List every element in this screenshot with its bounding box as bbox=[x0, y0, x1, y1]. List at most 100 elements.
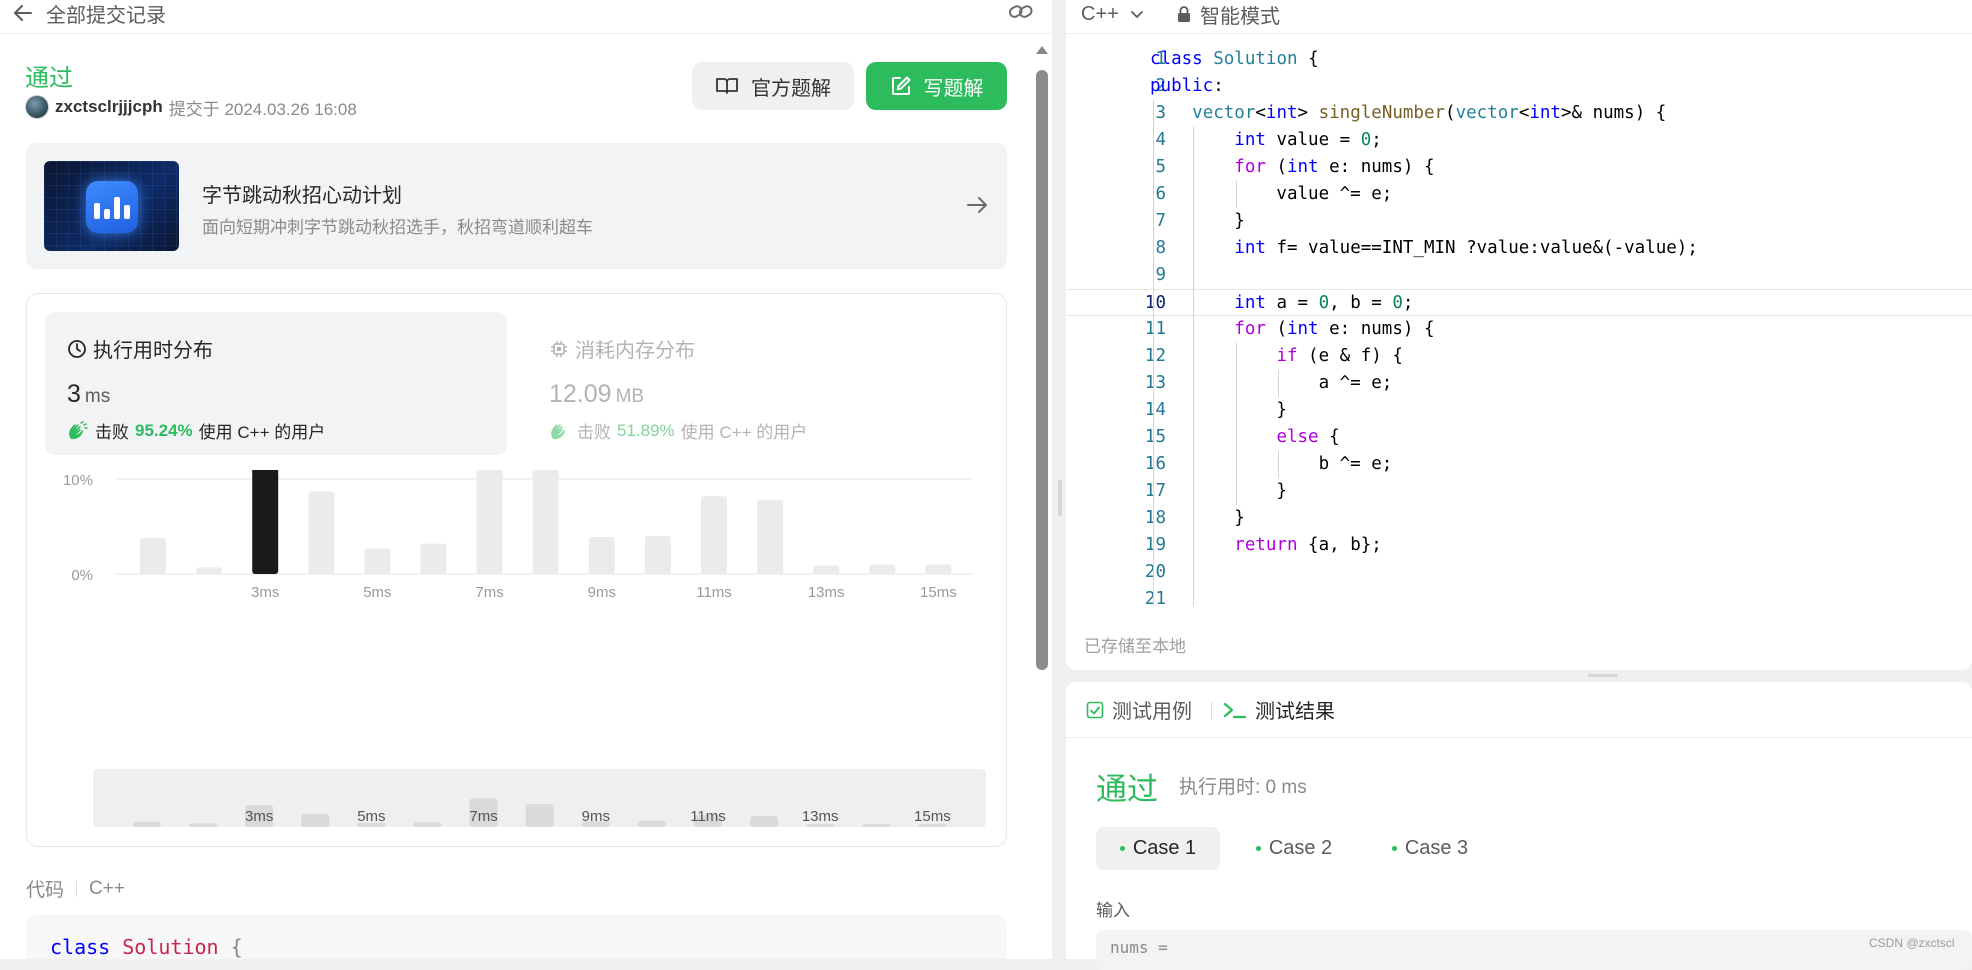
chart-bar-13ms bbox=[813, 565, 840, 574]
username[interactable]: zxctsclrjjjcph bbox=[55, 97, 163, 117]
left-scrollbar[interactable] bbox=[1032, 40, 1052, 959]
overview-bar-6ms bbox=[413, 822, 442, 827]
memory-unit: MB bbox=[615, 386, 645, 407]
code-editor[interactable]: 1 class Solution {2 public: 3 vector<int> s… bbox=[1066, 46, 1972, 606]
overview-bar-14ms bbox=[862, 823, 891, 827]
code-line[interactable]: 16 b ^= e; bbox=[1066, 451, 1972, 478]
code-text: vector<int> singleNumber(vector<int>& nu… bbox=[1192, 103, 1667, 123]
code-line[interactable]: 17 } bbox=[1066, 478, 1972, 505]
runtime-beat-percent: 95.24% bbox=[135, 420, 193, 440]
promo-card[interactable]: 字节跳动秋招心动计划 面向短期冲刺字节跳动秋招选手，秋招弯道顺利超车 bbox=[26, 143, 1007, 269]
chart-bar-7ms bbox=[476, 470, 503, 574]
runtime-distribution-chart[interactable]: 20%10%0%3ms5ms7ms9ms11ms13ms15ms3ms5ms7m… bbox=[27, 470, 1008, 840]
scrollbar-thumb[interactable] bbox=[1036, 70, 1048, 670]
copy-link-button[interactable] bbox=[1006, 0, 1036, 24]
submission-panel: 全部提交记录 通过 zxctsclrjjjcph 提交于 2024.03.26 … bbox=[0, 0, 1052, 959]
code-text: b ^= e; bbox=[1150, 454, 1393, 474]
horizontal-panel-splitter[interactable] bbox=[1588, 674, 1618, 677]
chart-bar-14ms bbox=[869, 564, 896, 574]
memory-beat-prefix: 击败 bbox=[577, 423, 611, 442]
runtime-beat-row: 击败 95.24% 使用 C++ 的用户 bbox=[67, 418, 325, 443]
avatar[interactable] bbox=[25, 95, 49, 119]
language-select-value: C++ bbox=[1081, 2, 1119, 25]
y-tick-label: 0% bbox=[71, 567, 93, 584]
code-line[interactable]: 7 } bbox=[1066, 208, 1972, 235]
scroll-up-arrow-icon[interactable] bbox=[1036, 46, 1048, 54]
code-text: } bbox=[1150, 508, 1245, 528]
submitted-code-preview[interactable]: class Solution { bbox=[26, 915, 1007, 959]
code-line[interactable]: 20 bbox=[1066, 559, 1972, 586]
input-label: 输入 bbox=[1096, 901, 1130, 920]
indent-guide bbox=[1193, 127, 1194, 606]
link-icon bbox=[1008, 5, 1033, 18]
code-line[interactable]: 19 return {a, b}; bbox=[1066, 532, 1972, 559]
csdn-watermark: CSDN @zxctscl bbox=[1869, 936, 1955, 950]
arrow-left-icon bbox=[14, 5, 32, 21]
arrow-right-icon bbox=[967, 197, 987, 213]
runtime-title-row: 执行用时分布 bbox=[67, 334, 213, 363]
code-line[interactable]: 4 int value = 0; bbox=[1066, 127, 1972, 154]
code-line[interactable]: 1 class Solution { bbox=[1066, 46, 1972, 73]
code-line[interactable]: 8 int f= value==INT_MIN ?value:value&(-v… bbox=[1066, 235, 1972, 262]
code-line[interactable]: 15 else { bbox=[1066, 424, 1972, 451]
lock-icon bbox=[1178, 6, 1190, 22]
memory-title: 消耗内存分布 bbox=[575, 340, 695, 362]
indent-guide bbox=[1153, 100, 1154, 606]
result-status: 通过 bbox=[1096, 772, 1158, 807]
language-select[interactable]: C++ bbox=[1081, 0, 1145, 28]
code-line[interactable]: 2 public: bbox=[1066, 73, 1972, 100]
code-line[interactable]: 14 } bbox=[1066, 397, 1972, 424]
code-label-row: 代码 C++ bbox=[26, 875, 125, 902]
runtime-distribution-tab[interactable]: 执行用时分布 3 ms 击败 95.24% 使用 C++ 的用户 bbox=[45, 312, 507, 455]
memory-distribution-tab[interactable]: 消耗内存分布 12.09 MB 击败 51.89% 使用 C++ 的用户 bbox=[527, 312, 989, 455]
indent-guide bbox=[1278, 451, 1279, 478]
x-tick-label: 9ms bbox=[588, 584, 616, 601]
code-line[interactable]: 12 if (e & f) { bbox=[1066, 343, 1972, 370]
official-solution-button[interactable]: 官方题解 bbox=[692, 62, 854, 110]
memory-value: 12.09 bbox=[549, 380, 612, 408]
code-line[interactable]: 18 } bbox=[1066, 505, 1972, 532]
line-number: 9 bbox=[1155, 265, 1166, 285]
chart-bar-10ms bbox=[644, 536, 671, 574]
code-line[interactable]: 10 int a = 0, b = 0; bbox=[1066, 289, 1972, 316]
input-value[interactable]: nums = bbox=[1096, 930, 1972, 970]
case-1-button[interactable]: Case 1 bbox=[1096, 827, 1220, 870]
line-number: 20 bbox=[1144, 562, 1166, 582]
case-2-button[interactable]: Case 2 bbox=[1232, 827, 1356, 870]
x-tick-label: 7ms bbox=[475, 584, 503, 601]
code-line[interactable]: 21 bbox=[1066, 586, 1972, 606]
tab-testcase[interactable]: 测试用例 bbox=[1086, 682, 1192, 738]
editor-topbar: C++ 智能模式 bbox=[1066, 0, 1972, 34]
code-line[interactable]: 9 bbox=[1066, 262, 1972, 289]
case-pass-dot bbox=[1391, 846, 1397, 851]
tab-test-result[interactable]: 测试结果 bbox=[1223, 682, 1335, 738]
code-line[interactable]: 5 for (int e: nums) { bbox=[1066, 154, 1972, 181]
tab-test-result-label: 测试结果 bbox=[1255, 701, 1335, 723]
code-line[interactable]: 3 vector<int> singleNumber(vector<int>& … bbox=[1066, 100, 1972, 127]
vertical-panel-splitter[interactable] bbox=[1058, 480, 1062, 516]
indent-guide bbox=[1236, 343, 1237, 505]
clock-icon bbox=[68, 339, 86, 358]
overview-bar-2ms bbox=[189, 823, 218, 827]
write-solution-button[interactable]: 写题解 bbox=[866, 62, 1007, 110]
edit-icon bbox=[891, 76, 910, 95]
code-text: value ^= e; bbox=[1150, 184, 1393, 204]
case-pass-dot bbox=[1119, 846, 1125, 851]
clap-hands-icon bbox=[551, 423, 565, 439]
case-3-button[interactable]: Case 3 bbox=[1368, 827, 1492, 870]
promo-title: 字节跳动秋招心动计划 bbox=[202, 185, 402, 207]
back-to-submissions-button[interactable]: 全部提交记录 bbox=[12, 0, 166, 27]
code-text: return {a, b}; bbox=[1234, 535, 1382, 555]
code-line[interactable]: 13 a ^= e; bbox=[1066, 370, 1972, 397]
code-text: else { bbox=[1276, 427, 1340, 447]
overview-x-tick-label: 7ms bbox=[469, 808, 497, 825]
code-line[interactable]: 11 for (int e: nums) { bbox=[1066, 316, 1972, 343]
code-line[interactable]: 6 value ^= e; bbox=[1066, 181, 1972, 208]
overview-x-tick-label: 15ms bbox=[914, 808, 951, 825]
indent-guide bbox=[1278, 370, 1279, 397]
x-tick-label: 15ms bbox=[920, 584, 957, 601]
chart-bar-5ms bbox=[364, 548, 391, 574]
smart-mode-toggle[interactable]: 智能模式 bbox=[1176, 0, 1280, 28]
chart-bar-9ms bbox=[588, 536, 615, 574]
x-tick-label: 5ms bbox=[363, 584, 391, 601]
